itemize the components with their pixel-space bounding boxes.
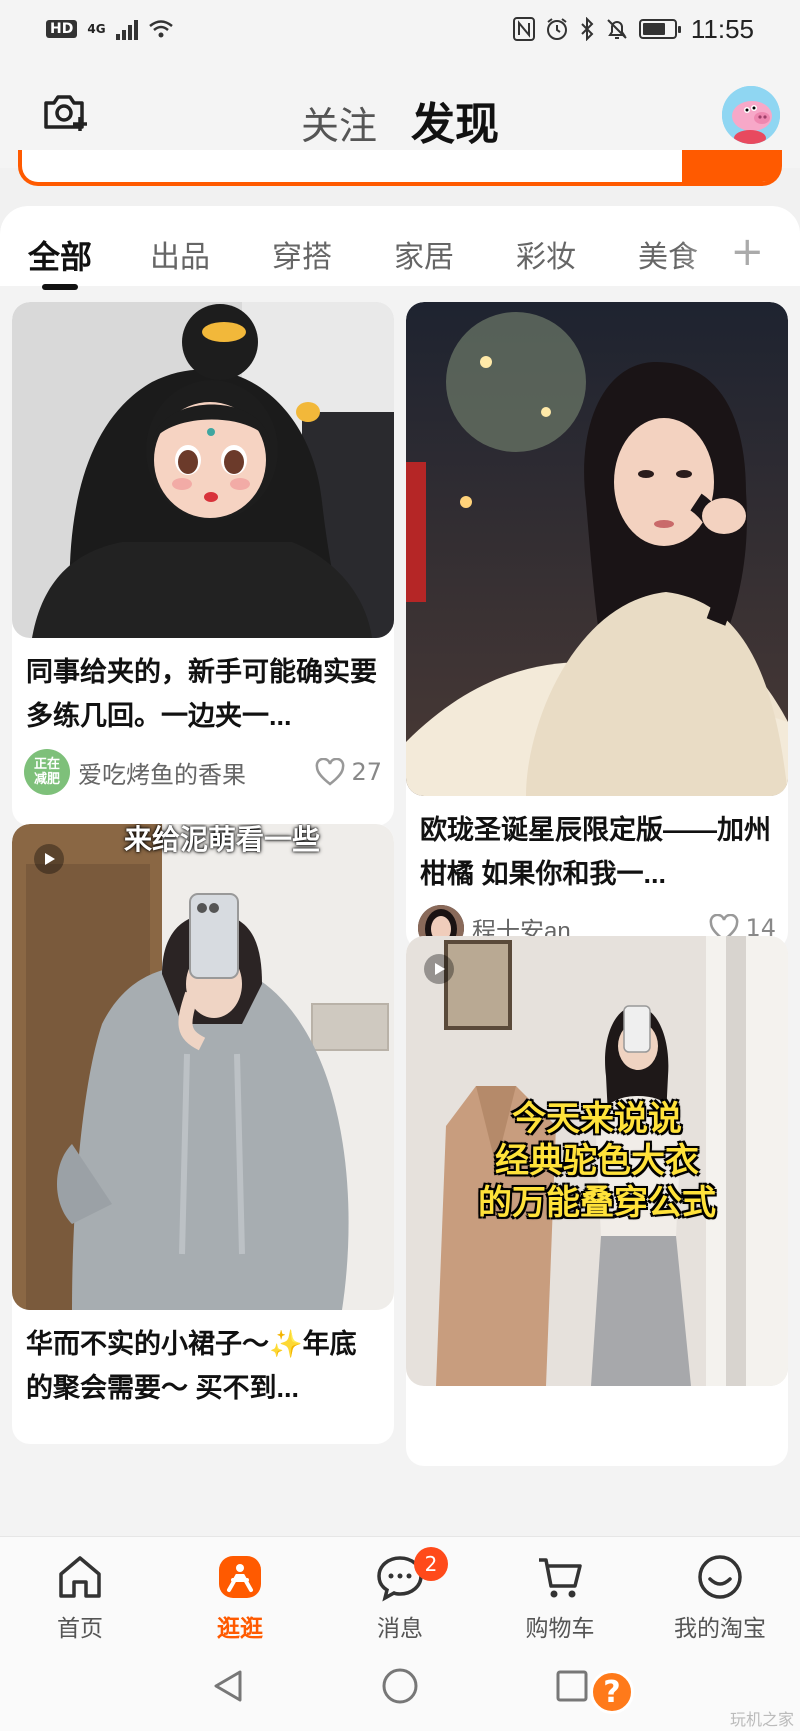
discover-feed: 全部 出品 穿搭 家居 彩妆 美食 + 同事给夹的，新手可能确实要多练几回。一边… bbox=[0, 206, 800, 1536]
network-type: 4G bbox=[87, 22, 106, 36]
play-icon bbox=[424, 954, 454, 984]
category-tab-all[interactable]: 全部 bbox=[28, 232, 150, 290]
profile-icon bbox=[694, 1551, 746, 1603]
category-tab-makeup[interactable]: 彩妆 bbox=[516, 232, 638, 276]
battery-icon bbox=[638, 19, 681, 39]
feed-card[interactable]: 同事给夹的，新手可能确实要多练几回。一边夹一... 正在减肥 爱吃烤鱼的香果 2… bbox=[12, 302, 394, 826]
nav-profile-label: 我的淘宝 bbox=[674, 1615, 766, 1641]
bottom-nav: 首页 逛逛 2 消息 购物车 我的淘宝 bbox=[0, 1536, 800, 1646]
system-nav bbox=[0, 1646, 800, 1731]
nav-browse-label: 逛逛 bbox=[217, 1615, 263, 1641]
plus-icon[interactable]: + bbox=[730, 232, 764, 272]
overlay-caption-line-3: 的万能叠穿公式 bbox=[478, 1184, 716, 1222]
feed-card[interactable]: 来给泥萌看一些 华而不实的小裙子～✨年底的聚会需要～ 买不到... bbox=[12, 824, 394, 1444]
nav-browse[interactable]: 逛逛 bbox=[160, 1537, 320, 1646]
tab-discover[interactable]: 发现 bbox=[411, 88, 499, 152]
browse-icon bbox=[214, 1551, 266, 1603]
watermark: 玩机之家 bbox=[729, 1712, 794, 1729]
signal-icon bbox=[115, 18, 138, 40]
category-tab-outfits[interactable]: 穿搭 bbox=[272, 232, 394, 276]
author-avatar: 正在减肥 bbox=[24, 749, 70, 795]
alarm-icon bbox=[545, 17, 569, 41]
mute-bell-icon bbox=[605, 17, 629, 41]
card-author: 正在减肥 爱吃烤鱼的香果 27 bbox=[24, 748, 382, 796]
feed-card[interactable]: 欧珑圣诞星辰限定版——加州柑橘 如果你和我一... 程十安an 14 bbox=[406, 302, 788, 950]
nav-cart[interactable]: 购物车 bbox=[480, 1537, 640, 1646]
overlay-caption-line-1: 今天来说说 bbox=[512, 1100, 682, 1138]
hd-badge: HD bbox=[46, 20, 78, 38]
avatar[interactable] bbox=[722, 86, 780, 144]
nfc-icon bbox=[512, 17, 535, 41]
card-image: 来给泥萌看一些 bbox=[12, 824, 394, 1310]
overlay-caption-line-2: 经典驼色大衣 bbox=[495, 1142, 699, 1180]
cart-icon bbox=[534, 1551, 586, 1603]
back-icon[interactable] bbox=[206, 1664, 250, 1708]
nav-messages[interactable]: 2 消息 bbox=[320, 1537, 480, 1646]
like-button[interactable]: 27 bbox=[315, 758, 382, 786]
search-bar-edge bbox=[18, 150, 782, 186]
card-title: 欧珑圣诞星辰限定版——加州柑橘 如果你和我一... bbox=[420, 815, 771, 889]
home-circle-icon[interactable] bbox=[378, 1664, 422, 1708]
wifi-icon bbox=[148, 19, 174, 39]
play-icon bbox=[34, 844, 64, 874]
status-right: 11:55 bbox=[512, 13, 754, 45]
category-tab-products[interactable]: 出品 bbox=[150, 232, 272, 276]
card-title: 同事给夹的，新手可能确实要多练几回。一边夹一... bbox=[26, 657, 377, 731]
card-image bbox=[12, 302, 394, 638]
message-badge: 2 bbox=[414, 1547, 448, 1581]
tab-follow[interactable]: 关注 bbox=[301, 95, 377, 150]
nav-cart-label: 购物车 bbox=[525, 1615, 595, 1641]
help-button[interactable]: ? bbox=[590, 1670, 634, 1714]
card-image bbox=[406, 302, 788, 796]
like-count: 27 bbox=[351, 758, 382, 786]
category-tab-home[interactable]: 家居 bbox=[394, 232, 516, 276]
status-bar: HD 4G 11:55 bbox=[0, 0, 800, 58]
overlay-caption: 来给泥萌看一些 bbox=[123, 824, 320, 855]
recents-icon[interactable] bbox=[550, 1664, 594, 1708]
nav-profile[interactable]: 我的淘宝 bbox=[640, 1537, 800, 1646]
author-name: 爱吃烤鱼的香果 bbox=[78, 761, 246, 789]
search-button-edge bbox=[682, 150, 782, 182]
bluetooth-icon bbox=[579, 17, 595, 41]
heart-icon bbox=[316, 758, 345, 786]
author-badge: 正在减肥 bbox=[33, 757, 60, 787]
header-tabs: 关注 发现 bbox=[0, 88, 800, 152]
home-icon bbox=[54, 1551, 106, 1603]
card-title: 华而不实的小裙子～✨年底的聚会需要～ 买不到... bbox=[26, 1329, 357, 1403]
nav-home-label: 首页 bbox=[57, 1615, 103, 1641]
card-image: 今天来说说 经典驼色大衣 的万能叠穿公式 bbox=[406, 936, 788, 1386]
nav-home[interactable]: 首页 bbox=[0, 1537, 160, 1646]
feed-card[interactable]: 今天来说说 经典驼色大衣 的万能叠穿公式 bbox=[406, 936, 788, 1466]
clock: 11:55 bbox=[690, 13, 754, 44]
status-left: HD 4G bbox=[46, 18, 174, 40]
nav-messages-label: 消息 bbox=[377, 1615, 423, 1641]
